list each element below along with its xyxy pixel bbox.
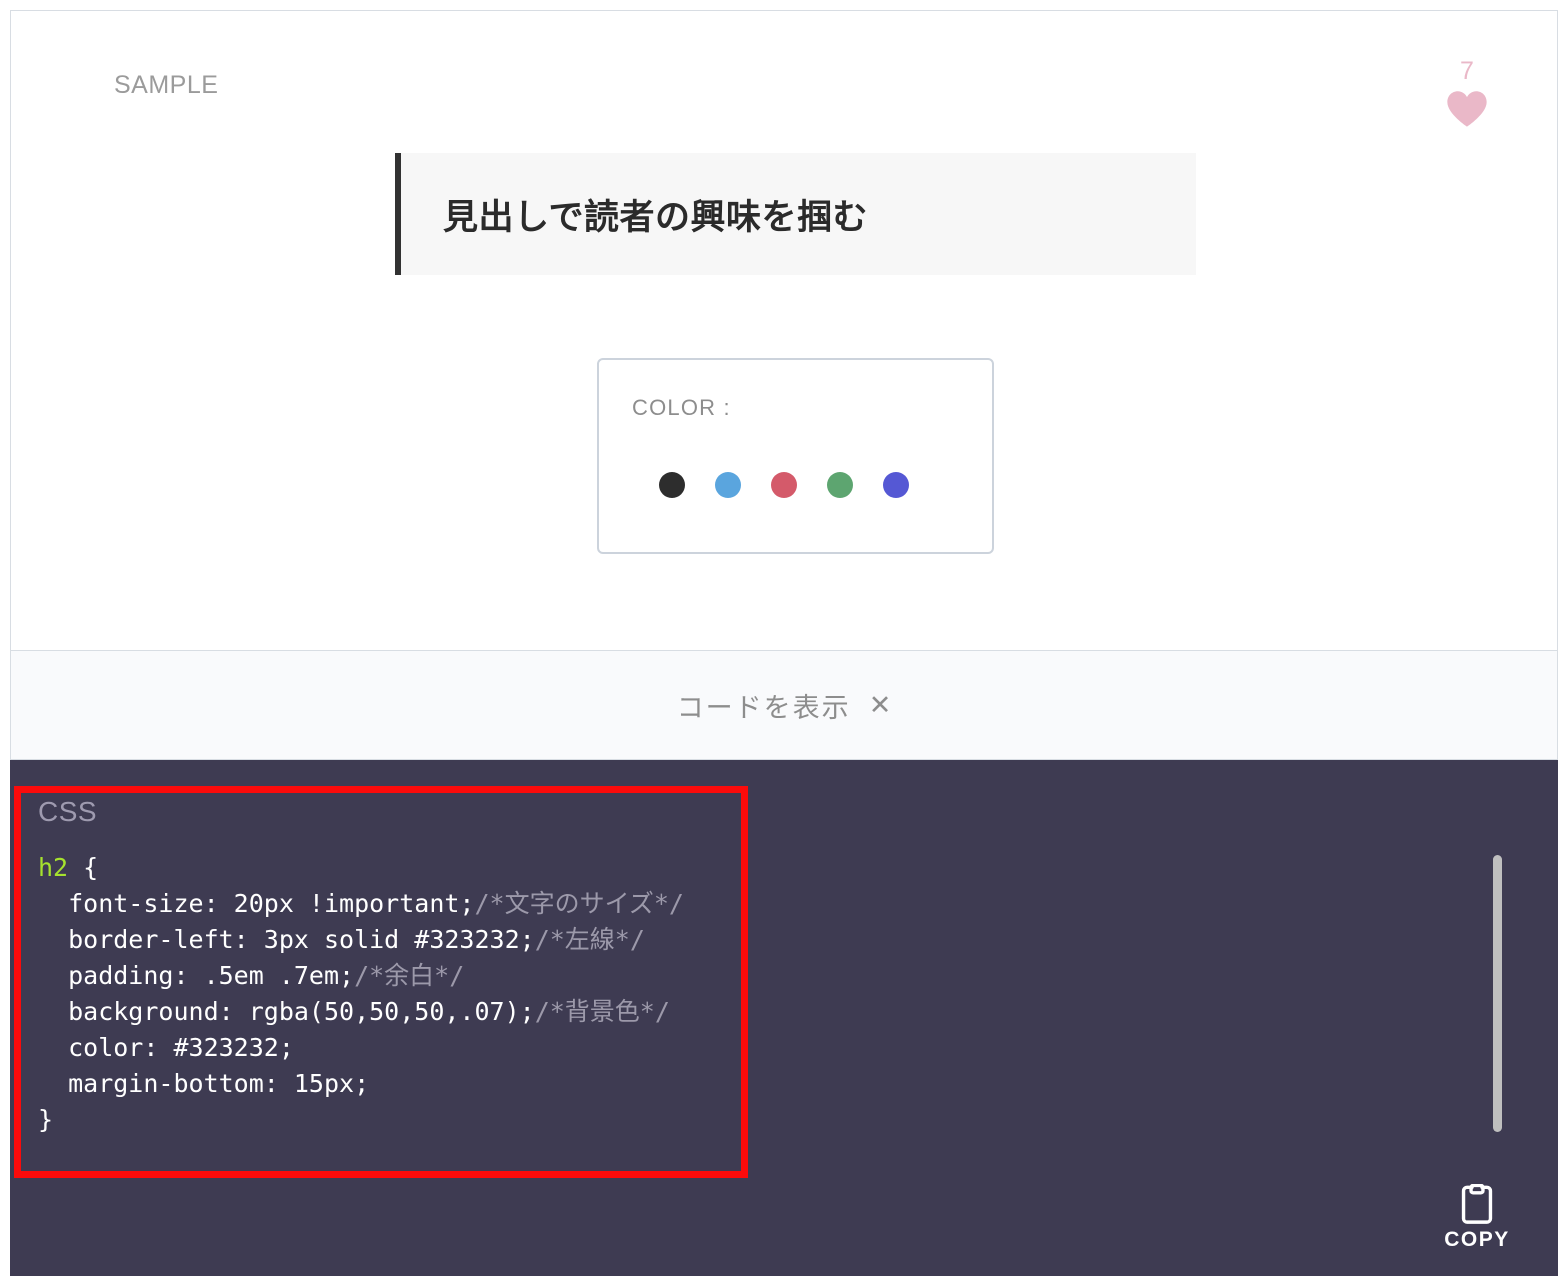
color-picker-panel: COLOR : bbox=[597, 358, 994, 554]
headline-text: 見出しで読者の興味を掴む bbox=[443, 197, 868, 237]
color-swatch-black[interactable] bbox=[659, 472, 685, 498]
code-language-label: CSS bbox=[38, 796, 98, 827]
page-root: SAMPLE 7 見出しで読者の興味を掴む COLOR : コードを表示 ✕ C… bbox=[0, 0, 1568, 1286]
color-swatch-red[interactable] bbox=[771, 472, 797, 498]
like-count: 7 bbox=[1460, 57, 1474, 85]
close-icon[interactable]: ✕ bbox=[869, 690, 892, 721]
copy-button[interactable]: COPY bbox=[1432, 1184, 1522, 1252]
color-picker-label: COLOR : bbox=[632, 395, 731, 420]
clipboard-icon bbox=[1461, 1184, 1493, 1224]
sample-label: SAMPLE bbox=[114, 71, 219, 99]
css-code-block[interactable]: h2 { font-size: 20px !important;/*文字のサイズ… bbox=[38, 850, 1558, 1138]
color-swatch-green[interactable] bbox=[827, 472, 853, 498]
color-swatch-purple[interactable] bbox=[883, 472, 909, 498]
like-button[interactable]: 7 bbox=[1432, 59, 1502, 128]
copy-label: COPY bbox=[1444, 1228, 1510, 1251]
color-swatch-row bbox=[659, 472, 909, 498]
headline-preview: 見出しで読者の興味を掴む bbox=[395, 153, 1196, 275]
code-scrollbar[interactable] bbox=[1493, 855, 1502, 1132]
show-code-label: コードを表示 bbox=[676, 692, 851, 723]
preview-card: SAMPLE 7 見出しで読者の興味を掴む COLOR : bbox=[10, 10, 1558, 650]
code-content: CSS h2 { font-size: 20px !important;/*文字… bbox=[38, 796, 1558, 1138]
color-swatch-blue[interactable] bbox=[715, 472, 741, 498]
code-panel: CSS h2 { font-size: 20px !important;/*文字… bbox=[10, 760, 1558, 1276]
show-code-toggle[interactable]: コードを表示 ✕ bbox=[10, 650, 1558, 760]
heart-icon bbox=[1447, 91, 1487, 127]
